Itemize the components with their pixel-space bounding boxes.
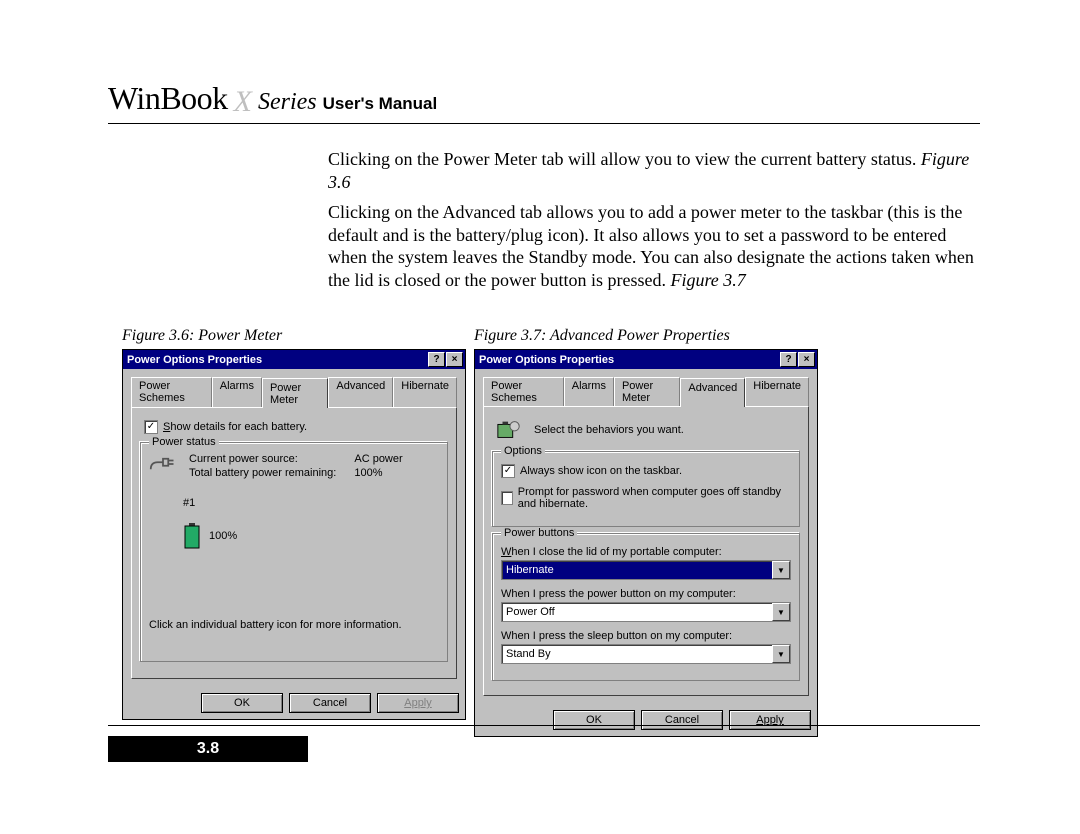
tab-alarms[interactable]: Alarms bbox=[212, 377, 262, 407]
groupbox-options: Options ✓ Always show icon on the taskba… bbox=[492, 451, 800, 527]
battery-number: #1 bbox=[183, 497, 439, 509]
apply-button[interactable]: Apply bbox=[377, 693, 459, 713]
label-batt-remaining: Total battery power remaining: bbox=[189, 467, 336, 479]
paragraph-2: Clicking on the Advanced tab allows you … bbox=[328, 202, 974, 290]
titlebar: Power Options Properties ? × bbox=[475, 350, 817, 369]
body-text: Clicking on the Power Meter tab will all… bbox=[328, 148, 980, 291]
sleep-button-value: Stand By bbox=[502, 648, 772, 660]
tab-hibernate[interactable]: Hibernate bbox=[393, 377, 457, 407]
tab-hibernate[interactable]: Hibernate bbox=[745, 377, 809, 406]
battery-settings-icon bbox=[494, 417, 524, 443]
tab-alarms[interactable]: Alarms bbox=[564, 377, 614, 406]
figure-caption-37: Figure 3.7: Advanced Power Properties bbox=[474, 327, 818, 345]
close-button[interactable]: × bbox=[446, 352, 463, 367]
sleep-button-label: When I press the sleep button on my comp… bbox=[501, 630, 791, 642]
dialog-power-meter: Power Options Properties ? × Power Schem… bbox=[122, 349, 466, 720]
close-button[interactable]: × bbox=[798, 352, 815, 367]
ok-button[interactable]: OK bbox=[553, 710, 635, 730]
tab-strip: Power Schemes Alarms Power Meter Advance… bbox=[131, 377, 457, 407]
label-power-source: Current power source: bbox=[189, 453, 336, 465]
power-button-combo[interactable]: Power Off ▼ bbox=[501, 602, 791, 622]
value-power-source: AC power bbox=[354, 453, 402, 465]
paragraph-1: Clicking on the Power Meter tab will all… bbox=[328, 149, 921, 169]
chevron-down-icon: ▼ bbox=[772, 645, 790, 663]
battery-icon[interactable] bbox=[183, 523, 201, 549]
tab-power-meter[interactable]: Power Meter bbox=[614, 377, 680, 406]
brand-main: WinBook bbox=[108, 80, 228, 117]
brand-x-icon: X bbox=[234, 85, 252, 119]
checkbox-show-details[interactable]: ✓ bbox=[144, 420, 158, 434]
chevron-down-icon: ▼ bbox=[772, 561, 790, 579]
groupbox-legend: Power status bbox=[149, 436, 219, 448]
cancel-button[interactable]: Cancel bbox=[289, 693, 371, 713]
titlebar: Power Options Properties ? × bbox=[123, 350, 465, 369]
dialog-title: Power Options Properties bbox=[127, 354, 427, 366]
ok-button[interactable]: OK bbox=[201, 693, 283, 713]
groupbox-power-status: Power status Current power source: AC po… bbox=[140, 442, 448, 662]
help-button[interactable]: ? bbox=[428, 352, 445, 367]
checkbox-show-icon[interactable]: ✓ bbox=[501, 464, 515, 478]
help-button[interactable]: ? bbox=[780, 352, 797, 367]
tab-advanced[interactable]: Advanced bbox=[680, 378, 745, 407]
battery-percent: 100% bbox=[209, 530, 237, 542]
battery-hint: Click an individual battery icon for mor… bbox=[149, 619, 439, 631]
select-behaviors-label: Select the behaviors you want. bbox=[534, 424, 684, 436]
lid-close-combo[interactable]: Hibernate ▼ bbox=[501, 560, 791, 580]
power-buttons-legend: Power buttons bbox=[501, 527, 577, 539]
tab-advanced[interactable]: Advanced bbox=[328, 377, 393, 407]
figure-caption-36: Figure 3.6: Power Meter bbox=[122, 327, 466, 345]
apply-button[interactable]: Apply bbox=[729, 710, 811, 730]
options-legend: Options bbox=[501, 445, 545, 457]
chevron-down-icon: ▼ bbox=[772, 603, 790, 621]
brand-suffix: User's Manual bbox=[323, 94, 438, 114]
lid-close-value: Hibernate bbox=[502, 564, 772, 576]
power-button-label: When I press the power button on my comp… bbox=[501, 588, 791, 600]
plug-icon bbox=[149, 453, 177, 475]
sleep-button-combo[interactable]: Stand By ▼ bbox=[501, 644, 791, 664]
groupbox-power-buttons: Power buttons When I close the lid of my… bbox=[492, 533, 800, 681]
dialog-advanced: Power Options Properties ? × Power Schem… bbox=[474, 349, 818, 737]
checkbox-show-details-label: Show details for each battery. bbox=[163, 421, 307, 433]
tab-strip: Power Schemes Alarms Power Meter Advance… bbox=[483, 377, 809, 406]
tab-power-schemes[interactable]: Power Schemes bbox=[483, 377, 564, 406]
checkbox-prompt-password-label: Prompt for password when computer goes o… bbox=[518, 486, 791, 510]
checkbox-prompt-password[interactable] bbox=[501, 491, 513, 505]
footer-rule bbox=[108, 725, 980, 726]
page-number: 3.8 bbox=[108, 736, 308, 762]
dialog-title: Power Options Properties bbox=[479, 354, 779, 366]
page-header: WinBook X Series User's Manual bbox=[108, 80, 980, 117]
value-batt-remaining: 100% bbox=[354, 467, 402, 479]
power-button-value: Power Off bbox=[502, 606, 772, 618]
cancel-button[interactable]: Cancel bbox=[641, 710, 723, 730]
lid-close-label: When I close the lid of my portable comp… bbox=[501, 546, 791, 558]
checkbox-show-icon-label: Always show icon on the taskbar. bbox=[520, 465, 682, 477]
tab-power-schemes[interactable]: Power Schemes bbox=[131, 377, 212, 407]
header-rule bbox=[108, 123, 980, 124]
brand-series: Series bbox=[258, 89, 317, 116]
tab-power-meter[interactable]: Power Meter bbox=[262, 378, 328, 408]
figure-ref-37: Figure 3.7 bbox=[670, 270, 745, 290]
